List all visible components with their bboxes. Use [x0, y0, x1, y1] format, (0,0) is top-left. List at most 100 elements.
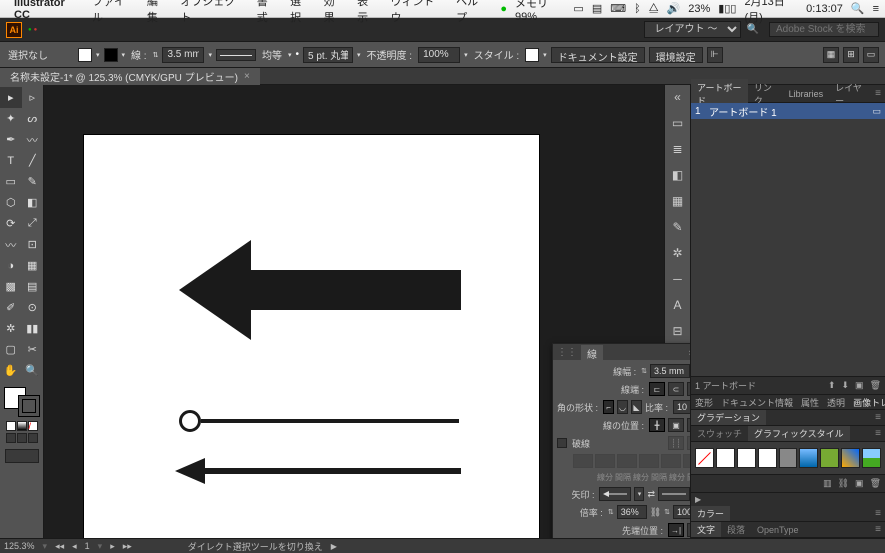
tab-opentype[interactable]: OpenType	[751, 524, 805, 536]
artboard-list-item[interactable]: 1 アートボード 1 ▭	[691, 103, 885, 119]
status-play-icon[interactable]: ▶	[331, 542, 337, 551]
curvature-tool-icon[interactable]: 〰	[22, 129, 44, 150]
menu-view[interactable]: 表示	[357, 0, 378, 25]
move-down-icon[interactable]: ⬇	[842, 380, 850, 391]
row-appearance[interactable]: ▶	[691, 492, 885, 506]
menu-object[interactable]: オブジェクト	[180, 0, 244, 25]
screen-mode-button[interactable]	[5, 449, 39, 463]
stroke-panel-icon[interactable]: ─	[670, 271, 686, 287]
stroke-swatch[interactable]	[104, 48, 118, 62]
scale-right-input[interactable]	[673, 505, 690, 519]
hdr-attrs[interactable]: 属性	[801, 396, 819, 409]
opacity-input[interactable]	[418, 47, 460, 63]
style-thumb-5[interactable]	[779, 448, 798, 468]
color-guide-panel-icon[interactable]: ◧	[670, 167, 686, 183]
prev-artboard-icon[interactable]: ◂◂	[55, 541, 64, 552]
lasso-tool-icon[interactable]: ᔕ	[22, 108, 44, 129]
menu-edit[interactable]: 編集	[147, 0, 168, 25]
stock-search-input[interactable]	[769, 22, 879, 37]
tip-align-extend-icon[interactable]: →|	[668, 523, 684, 537]
artboard-orientation-icon[interactable]: ▭	[872, 106, 881, 117]
dash-align-corners-icon[interactable]: ┊┊	[687, 436, 690, 450]
delete-style-icon[interactable]: 🗑	[870, 478, 881, 489]
drawing-mode-behind-icon[interactable]	[17, 433, 27, 443]
panel-grip-icon[interactable]: ⋮⋮	[557, 347, 577, 358]
artboard-tool-icon[interactable]: ▢	[0, 339, 22, 360]
brushes-panel-icon[interactable]: ✎	[670, 219, 686, 235]
blend-tool-icon[interactable]: ⊙	[22, 297, 44, 318]
panel-menu-gradient-icon[interactable]: ≡	[871, 412, 885, 423]
delete-artboard-icon[interactable]: 🗑	[870, 380, 881, 391]
hdr-transp[interactable]: 透明	[827, 396, 845, 409]
align-panel-icon[interactable]: ⊟	[670, 323, 686, 339]
rectangle-tool-icon[interactable]: ▭	[0, 171, 22, 192]
tab-character[interactable]: 文字	[691, 522, 721, 537]
zoom-level[interactable]: 125.3%	[4, 541, 35, 551]
eyedropper-tool-icon[interactable]: ✐	[0, 297, 22, 318]
hdr-docinfo[interactable]: ドキュメント情報	[721, 396, 793, 409]
search-stock-icon[interactable]: 🔍	[747, 24, 759, 35]
scale-link-icon[interactable]: ⛓	[650, 507, 661, 518]
panel-collapse-icon[interactable]: »	[689, 347, 690, 357]
arrow-start-chevron-icon[interactable]: ▾	[634, 487, 644, 501]
none-mode-icon[interactable]: /	[28, 421, 38, 431]
corner-round-icon[interactable]: ◡	[617, 400, 628, 414]
zoom-tool-icon[interactable]: 🔍	[22, 360, 44, 381]
character-panel-icon[interactable]: A	[670, 297, 686, 313]
menu-select[interactable]: 選択	[290, 0, 311, 25]
brush-tool-icon[interactable]: ✎	[22, 171, 44, 192]
strip-collapse-icon[interactable]: «	[670, 89, 686, 105]
type-tool-icon[interactable]: T	[0, 150, 22, 171]
style-thumb-2[interactable]	[716, 448, 735, 468]
width-tool-icon[interactable]: 〰	[0, 234, 22, 255]
style-swatch[interactable]	[525, 48, 539, 62]
corner-miter-icon[interactable]: ⌐	[603, 400, 614, 414]
snap-icon[interactable]: ⊞	[843, 47, 859, 63]
close-tab-icon[interactable]: ×	[244, 71, 250, 82]
panel-menu-artboards-icon[interactable]: ≡	[871, 88, 885, 99]
align-options-icon[interactable]: ⊩	[707, 47, 723, 63]
grid-icon[interactable]: ▦	[823, 47, 839, 63]
drawing-mode-normal-icon[interactable]	[6, 433, 16, 443]
menu-type[interactable]: 書式	[257, 0, 278, 25]
next-page-icon[interactable]: ▸	[110, 541, 115, 552]
break-link-icon[interactable]: ⛓	[838, 478, 849, 489]
align-outside-icon[interactable]: ▢	[687, 418, 690, 432]
document-tab[interactable]: 名称未設定-1* @ 125.3% (CMYK/GPU プレビュー) ×	[0, 68, 260, 85]
brush-input[interactable]	[303, 47, 353, 63]
shaper-tool-icon[interactable]: ⬡	[0, 192, 22, 213]
ratio-input[interactable]	[673, 400, 690, 414]
menu-file[interactable]: ファイル	[92, 0, 135, 25]
artboard-canvas[interactable]	[84, 135, 539, 538]
tab-swatches[interactable]: スウォッチ	[691, 426, 748, 441]
search-icon[interactable]: 🔍	[851, 2, 865, 15]
stroke-profile-dropdown[interactable]	[216, 49, 256, 61]
free-transform-tool-icon[interactable]: ⊡	[22, 234, 44, 255]
canvas-area[interactable]: « ▭ ≣ ◧ ▦ ✎ ✲ ─ A ⊟ ◫ ▤ ≡ ⋮⋮ 線 » ≡	[44, 85, 690, 538]
move-up-icon[interactable]: ⬆	[828, 380, 836, 391]
page-num[interactable]: 1	[85, 541, 90, 551]
layout-select[interactable]: レイアウト 〜	[644, 21, 741, 38]
magic-wand-tool-icon[interactable]: ✦	[0, 108, 22, 129]
arrow-end-dropdown[interactable]	[658, 487, 690, 501]
app-name[interactable]: Illustrator CC	[14, 0, 82, 21]
direct-selection-tool-icon[interactable]: ▹	[22, 87, 44, 108]
menu-help[interactable]: ヘルプ	[456, 0, 488, 25]
hdr-transform[interactable]: 変形	[695, 396, 713, 409]
graph-tool-icon[interactable]: ▮▮	[22, 318, 44, 339]
fill-stroke-swatch[interactable]	[4, 387, 40, 417]
style-thumb-6[interactable]	[799, 448, 818, 468]
cap-butt-icon[interactable]: ⊏	[649, 382, 665, 396]
panel-title[interactable]: 線	[581, 345, 603, 362]
panel-menu-color-icon[interactable]: ≡	[871, 508, 885, 519]
tab-graphic-styles[interactable]: グラフィックスタイル	[748, 426, 850, 441]
gradient-tool-icon[interactable]: ▤	[22, 276, 44, 297]
perspective-tool-icon[interactable]: ▦	[22, 255, 44, 276]
hand-tool-icon[interactable]: ✋	[0, 360, 22, 381]
dashed-checkbox[interactable]	[557, 438, 567, 448]
arrange-icon[interactable]: ▭	[863, 47, 879, 63]
tab-libraries[interactable]: Libraries	[783, 87, 830, 101]
shape-builder-tool-icon[interactable]: ◑	[0, 255, 22, 276]
scale-left-input[interactable]	[617, 505, 647, 519]
tab-color[interactable]: カラー	[691, 506, 730, 521]
